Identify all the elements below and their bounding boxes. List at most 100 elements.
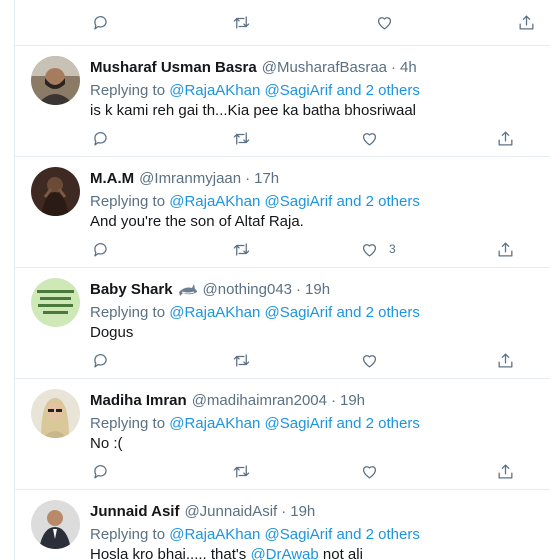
timestamp[interactable]: 19h (305, 280, 330, 300)
like-button[interactable] (375, 9, 394, 35)
retweet-button[interactable] (232, 9, 251, 35)
replying-label: Replying to (90, 304, 166, 321)
separator-dot: · (296, 281, 302, 298)
reply-icon (94, 353, 107, 367)
share-icon (498, 131, 513, 145)
separator-dot: · (281, 503, 287, 520)
retweet-icon (233, 15, 250, 29)
mention-link[interactable]: @SagiArif (265, 526, 333, 543)
reply-icon (94, 15, 107, 29)
share-button[interactable] (496, 458, 515, 484)
mention-link[interactable]: @SagiArif (265, 304, 333, 321)
heart-icon (362, 354, 377, 367)
retweet-button[interactable] (232, 347, 251, 373)
avatar[interactable] (31, 500, 80, 549)
mention-link[interactable]: @RajaAKhan (169, 304, 260, 321)
avatar[interactable] (31, 389, 80, 438)
mention-link[interactable]: @RajaAKhan (169, 526, 260, 543)
tweet-text: is k kami reh gai th...Kia pee ka batha … (90, 101, 416, 121)
reply-button[interactable] (91, 9, 110, 35)
replying-label: Replying to (90, 193, 166, 210)
author-handle[interactable]: @madihaimran2004 (192, 391, 327, 411)
replying-to: Replying to @RajaAKhan @SagiArif and 2 o… (90, 81, 420, 101)
like-button[interactable] (360, 458, 379, 484)
tweet-text: Dogus (90, 323, 133, 343)
avatar[interactable] (31, 167, 80, 216)
share-button[interactable] (496, 125, 515, 151)
heart-icon (377, 16, 392, 29)
reply-button[interactable] (91, 347, 110, 373)
replying-to: Replying to @RajaAKhan @SagiArif and 2 o… (90, 303, 420, 323)
retweet-icon (233, 353, 250, 367)
mention-link[interactable]: @RajaAKhan (169, 82, 260, 99)
reply-tweet[interactable]: Madiha Imran @madihaimran2004 · 19h Repl… (15, 379, 550, 489)
separator-dot: · (245, 170, 251, 187)
author-name[interactable]: Musharaf Usman Basra (90, 58, 257, 78)
replying-label: Replying to (90, 82, 166, 99)
timestamp[interactable]: 19h (290, 502, 315, 522)
replying-to: Replying to @RajaAKhan @SagiArif and 2 o… (90, 414, 420, 434)
reply-button[interactable] (91, 236, 110, 262)
mention-link[interactable]: @RajaAKhan (169, 415, 260, 432)
author-name[interactable]: Junnaid Asif (90, 502, 179, 522)
tweet-text: And you're the son of Altaf Raja. (90, 212, 304, 232)
tweet-text-part: Hosla kro bhai..... that's (90, 546, 251, 560)
share-button[interactable] (496, 347, 515, 373)
retweet-button[interactable] (232, 236, 251, 262)
heart-icon (362, 132, 377, 145)
reply-tweet[interactable]: Baby Shark @nothing043 · 19h Replying to… (15, 268, 550, 378)
avatar[interactable] (31, 56, 80, 105)
share-icon (498, 353, 513, 367)
tweet-text: Hosla kro bhai..... that's @DrAwab not a… (90, 545, 363, 560)
tweet-actions (15, 125, 550, 151)
replying-label: Replying to (90, 415, 166, 432)
mention-link[interactable]: @SagiArif (265, 415, 333, 432)
author-handle[interactable]: @MusharafBasraa (262, 58, 387, 78)
share-icon (498, 464, 513, 478)
others-link[interactable]: and 2 others (336, 82, 419, 99)
share-button[interactable] (496, 236, 515, 262)
others-link[interactable]: and 2 others (336, 526, 419, 543)
tweet-text: No :( (90, 434, 123, 454)
others-link[interactable]: and 2 others (336, 304, 419, 321)
author-handle[interactable]: @Imranmyjaan (139, 169, 241, 189)
heart-icon (362, 465, 377, 478)
author-name[interactable]: M.A.M (90, 169, 134, 189)
like-button[interactable] (360, 347, 379, 373)
mention-link[interactable]: @RajaAKhan (169, 193, 260, 210)
share-button[interactable] (517, 9, 536, 35)
tweet-text-part: Dogus (90, 324, 134, 341)
mention-link[interactable]: @SagiArif (265, 82, 333, 99)
others-link[interactable]: and 2 others (336, 415, 419, 432)
retweet-button[interactable] (232, 125, 251, 151)
author-name[interactable]: Baby Shark (90, 280, 173, 300)
replying-to: Replying to @RajaAKhan @SagiArif and 2 o… (90, 525, 420, 545)
replying-to: Replying to @RajaAKhan @SagiArif and 2 o… (90, 192, 420, 212)
others-link[interactable]: and 2 others (336, 193, 419, 210)
retweet-button[interactable] (232, 458, 251, 484)
reply-tweet[interactable]: Musharaf Usman Basra @MusharafBasraa · 4… (15, 46, 550, 156)
author-handle[interactable]: @JunnaidAsif (184, 502, 277, 522)
like-button[interactable] (360, 125, 379, 151)
author-handle[interactable]: @nothing043 (203, 280, 292, 300)
like-count: 3 (389, 242, 396, 256)
mention-link[interactable]: @DrAwab (250, 546, 318, 560)
timestamp[interactable]: 17h (254, 169, 279, 189)
separator-dot: · (391, 59, 397, 76)
timestamp[interactable]: 19h (340, 391, 365, 411)
author-name[interactable]: Madiha Imran (90, 391, 187, 411)
reply-button[interactable] (91, 458, 110, 484)
tweet-actions: 3 (15, 236, 550, 262)
mention-link[interactable]: @SagiArif (265, 193, 333, 210)
tweet-actions (15, 347, 550, 373)
reply-tweet[interactable]: Junnaid Asif @JunnaidAsif · 19h Replying… (15, 490, 550, 560)
reply-button[interactable] (91, 125, 110, 151)
like-button[interactable]: 3 (360, 236, 396, 262)
share-icon (498, 242, 513, 256)
timestamp[interactable]: 4h (400, 58, 417, 78)
heart-icon (362, 243, 377, 256)
reply-tweet[interactable]: M.A.M @Imranmyjaan · 17h Replying to @Ra… (15, 157, 550, 267)
tweet-actions (15, 9, 550, 35)
reply-icon (94, 242, 107, 256)
avatar[interactable] (31, 278, 80, 327)
